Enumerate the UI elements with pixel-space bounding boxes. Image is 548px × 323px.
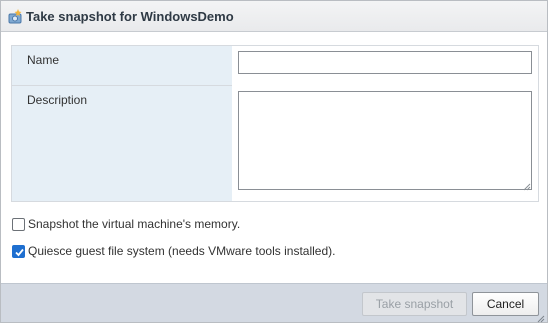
- dialog-title: Take snapshot for WindowsDemo: [26, 9, 234, 24]
- quiesce-option[interactable]: Quiesce guest file system (needs VMware …: [12, 244, 335, 258]
- dialog-titlebar: Take snapshot for WindowsDemo: [1, 1, 547, 32]
- take-snapshot-button[interactable]: Take snapshot: [362, 292, 467, 316]
- textarea-resize-grip[interactable]: [522, 180, 531, 191]
- memory-option-label: Snapshot the virtual machine's memory.: [28, 217, 241, 231]
- checkmark-icon: [15, 248, 24, 256]
- dialog-resize-grip[interactable]: [537, 312, 545, 323]
- name-label: Name: [12, 46, 232, 86]
- snapshot-form: Name Description: [11, 45, 539, 202]
- quiesce-option-label: Quiesce guest file system (needs VMware …: [28, 244, 336, 258]
- description-label: Description: [12, 86, 232, 201]
- cancel-button[interactable]: Cancel: [472, 292, 539, 316]
- name-input[interactable]: [238, 51, 532, 74]
- snapshot-camera-icon: [8, 9, 23, 24]
- dialog-footer: Take snapshot Cancel: [1, 283, 547, 323]
- memory-checkbox[interactable]: [12, 217, 25, 231]
- description-textarea[interactable]: [238, 91, 532, 190]
- quiesce-checkbox[interactable]: [12, 244, 25, 258]
- take-snapshot-dialog: Take snapshot for WindowsDemo Name Descr…: [0, 0, 548, 323]
- memory-option[interactable]: Snapshot the virtual machine's memory.: [12, 217, 240, 231]
